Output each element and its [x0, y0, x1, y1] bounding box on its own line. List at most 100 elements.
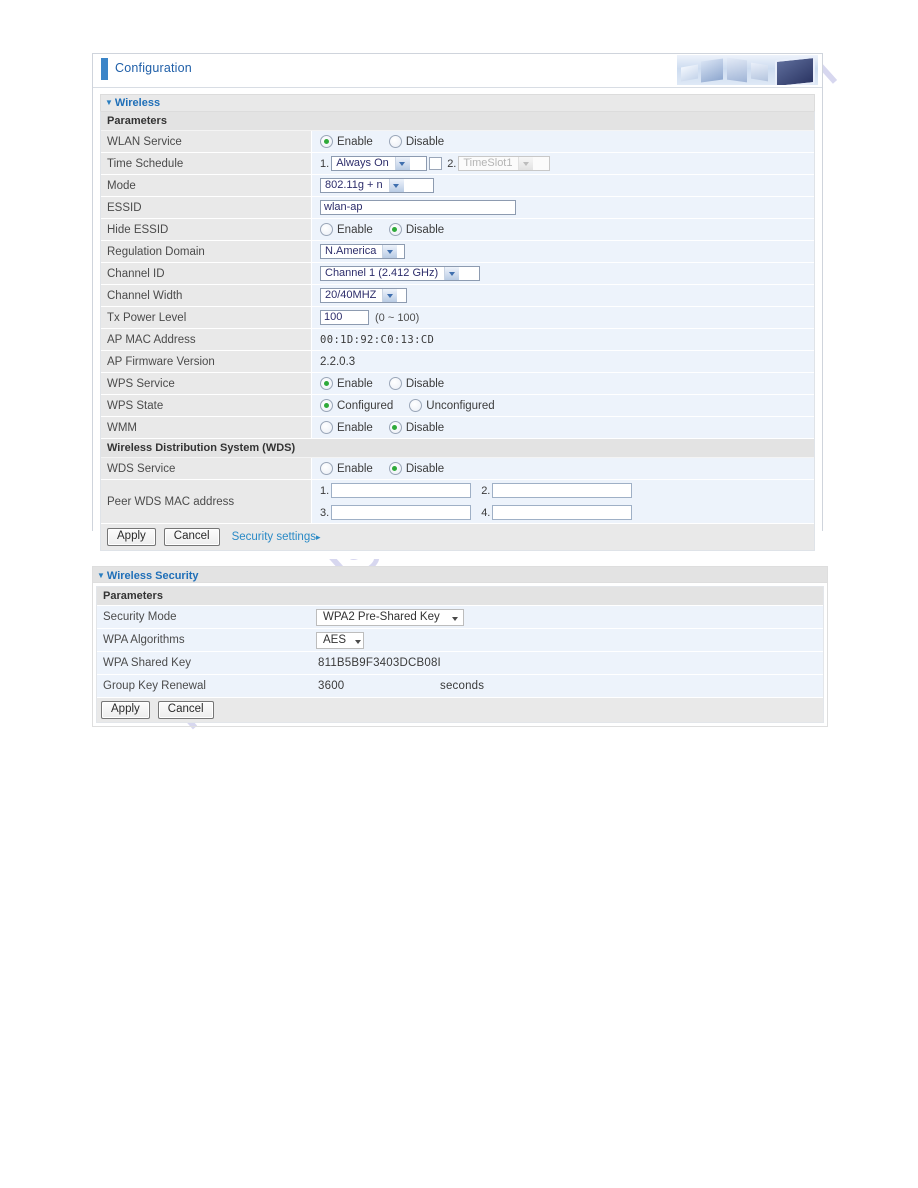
radio-wlan-service-disable[interactable]: Disable	[388, 135, 445, 148]
essid-input[interactable]	[320, 200, 516, 215]
chevron-down-icon	[394, 157, 410, 170]
value-mode: 802.11g + n	[312, 175, 814, 196]
radio-wps-service-disable[interactable]: Disable	[388, 377, 444, 390]
page-root: manualshive.com manualshive.com Configur…	[0, 0, 918, 1188]
row-wlan-service: WLAN Service Enable Disable	[101, 131, 814, 153]
select-channel-width[interactable]: 20/40MHZ	[320, 288, 407, 303]
row-essid: ESSID	[101, 197, 814, 219]
select-wpa-algorithms[interactable]: AES	[316, 631, 364, 649]
chevron-down-icon	[444, 267, 460, 280]
radio-hide-essid-disable[interactable]: Disable	[388, 223, 445, 236]
radio-group-wps-service: Enable Disable	[320, 377, 460, 390]
row-group-key-renewal: Group Key Renewal 3600 seconds	[97, 675, 823, 698]
row-wpa-algorithms: WPA Algorithms AES	[97, 629, 823, 652]
select-time-schedule-2[interactable]: TimeSlot1	[458, 156, 551, 171]
chevron-down-icon	[518, 157, 534, 170]
value-regulation-domain: N.America	[312, 241, 814, 262]
cancel-button[interactable]: Cancel	[157, 701, 214, 719]
radio-wmm-enable[interactable]: Enable	[320, 421, 373, 434]
value-wlan-service: Enable Disable	[312, 131, 814, 152]
security-settings-link[interactable]: Security settings▸	[232, 531, 321, 543]
select-value: TimeSlot1	[463, 157, 513, 169]
select-value: 802.11g + n	[325, 179, 383, 191]
label-essid: ESSID	[101, 197, 312, 218]
select-channel-id[interactable]: Channel 1 (2.412 GHz)	[320, 266, 480, 281]
apply-button[interactable]: Apply	[101, 701, 150, 719]
chevron-down-icon: ▼	[97, 571, 105, 580]
select-value: WPA2 Pre-Shared Key	[323, 610, 440, 623]
radio-wds-service-disable[interactable]: Disable	[388, 462, 444, 475]
section-header-label: Wireless	[114, 97, 161, 109]
row-wpa-shared-key: WPA Shared Key 811B5B9F3403DCB08I	[97, 652, 823, 675]
chevron-down-icon	[352, 633, 363, 648]
radio-wps-state-unconfigured[interactable]: Unconfigured	[409, 399, 495, 412]
label-security-mode: Security Mode	[97, 606, 312, 628]
security-parameters-grid: Parameters Security Mode WPA2 Pre-Shared…	[96, 586, 824, 723]
panel-header: Configuration	[93, 54, 822, 88]
group-key-renewal-unit: seconds	[440, 680, 485, 692]
row-tx-power-level: Tx Power Level (0 ~ 100)	[101, 307, 814, 329]
peer-wds-input-2[interactable]	[492, 483, 633, 498]
peer-wds-row-2: 3. 4.	[320, 505, 633, 520]
radio-wps-service-enable[interactable]: Enable	[320, 377, 373, 390]
apply-button[interactable]: Apply	[107, 528, 156, 546]
section-header-label: Wireless Security	[106, 570, 199, 582]
chevron-down-icon	[388, 179, 404, 192]
select-value: N.America	[325, 245, 377, 257]
header-accent-bar	[101, 58, 108, 80]
value-wpa-shared-key: 811B5B9F3403DCB08I	[312, 657, 823, 669]
value-group-key-renewal: 3600 seconds	[312, 680, 823, 692]
label-wpa-algorithms: WPA Algorithms	[97, 629, 312, 651]
radio-label: Disable	[405, 223, 445, 236]
radio-wds-service-enable[interactable]: Enable	[320, 462, 373, 475]
radio-wlan-service-enable[interactable]: Enable	[320, 135, 373, 148]
value-wps-state: Configured Unconfigured	[312, 395, 814, 416]
chevron-down-icon	[382, 245, 398, 258]
radio-hide-essid-enable[interactable]: Enable	[320, 223, 373, 236]
select-security-mode[interactable]: WPA2 Pre-Shared Key	[316, 608, 464, 626]
wireless-parameters-grid: Parameters WLAN Service Enable Disable T…	[100, 111, 815, 551]
checkbox-time-schedule-2[interactable]	[429, 157, 443, 170]
index-2: 2.	[447, 157, 457, 170]
computer-monitors-graphic	[677, 55, 818, 85]
label-channel-id: Channel ID	[101, 263, 312, 284]
select-time-schedule-1[interactable]: Always On	[331, 156, 428, 171]
select-mode[interactable]: 802.11g + n	[320, 178, 434, 193]
row-channel-width: Channel Width 20/40MHZ	[101, 285, 814, 307]
section-header-wireless-security[interactable]: ▼ Wireless Security	[92, 566, 828, 583]
radio-wmm-disable[interactable]: Disable	[388, 421, 444, 434]
peer-wds-input-3[interactable]	[331, 505, 472, 520]
select-value: AES	[323, 633, 347, 646]
label-time-schedule: Time Schedule	[101, 153, 312, 174]
label-mode: Mode	[101, 175, 312, 196]
value-hide-essid: Enable Disable	[312, 219, 814, 240]
label-ap-mac-address: AP MAC Address	[101, 329, 312, 350]
label-tx-power-level: Tx Power Level	[101, 307, 312, 328]
row-security-mode: Security Mode WPA2 Pre-Shared Key	[97, 606, 823, 629]
label-wlan-service: WLAN Service	[101, 131, 312, 152]
wpa-shared-key-value[interactable]: 811B5B9F3403DCB08I	[316, 657, 441, 669]
select-value: Always On	[336, 157, 389, 169]
peer-wds-input-4[interactable]	[492, 505, 633, 520]
value-channel-width: 20/40MHZ	[312, 285, 814, 306]
value-ap-firmware-version: 2.2.0.3	[312, 351, 814, 372]
value-tx-power-level: (0 ~ 100)	[312, 307, 814, 328]
chevron-down-icon	[382, 289, 398, 302]
radio-on-icon	[388, 223, 402, 236]
radio-wps-state-configured[interactable]: Configured	[320, 399, 393, 412]
label-ap-firmware-version: AP Firmware Version	[101, 351, 312, 372]
index-3: 3.	[320, 506, 330, 519]
select-regulation-domain[interactable]: N.America	[320, 244, 405, 259]
wireless-button-bar: Apply Cancel Security settings▸	[101, 524, 814, 550]
group-key-renewal-value[interactable]: 3600	[316, 680, 440, 692]
tx-power-level-input[interactable]	[320, 310, 369, 325]
label-wps-state: WPS State	[101, 395, 312, 416]
cancel-button[interactable]: Cancel	[163, 528, 220, 546]
label-wpa-shared-key: WPA Shared Key	[97, 652, 312, 674]
radio-on-icon	[320, 135, 333, 148]
section-header-wireless[interactable]: ▼ Wireless	[100, 94, 815, 111]
configuration-panel: Configuration ▼ Wireless Parameters WLAN …	[92, 53, 823, 559]
peer-wds-input-1[interactable]	[331, 483, 472, 498]
radio-label: Disable	[405, 135, 445, 148]
label-wps-service: WPS Service	[101, 373, 312, 394]
